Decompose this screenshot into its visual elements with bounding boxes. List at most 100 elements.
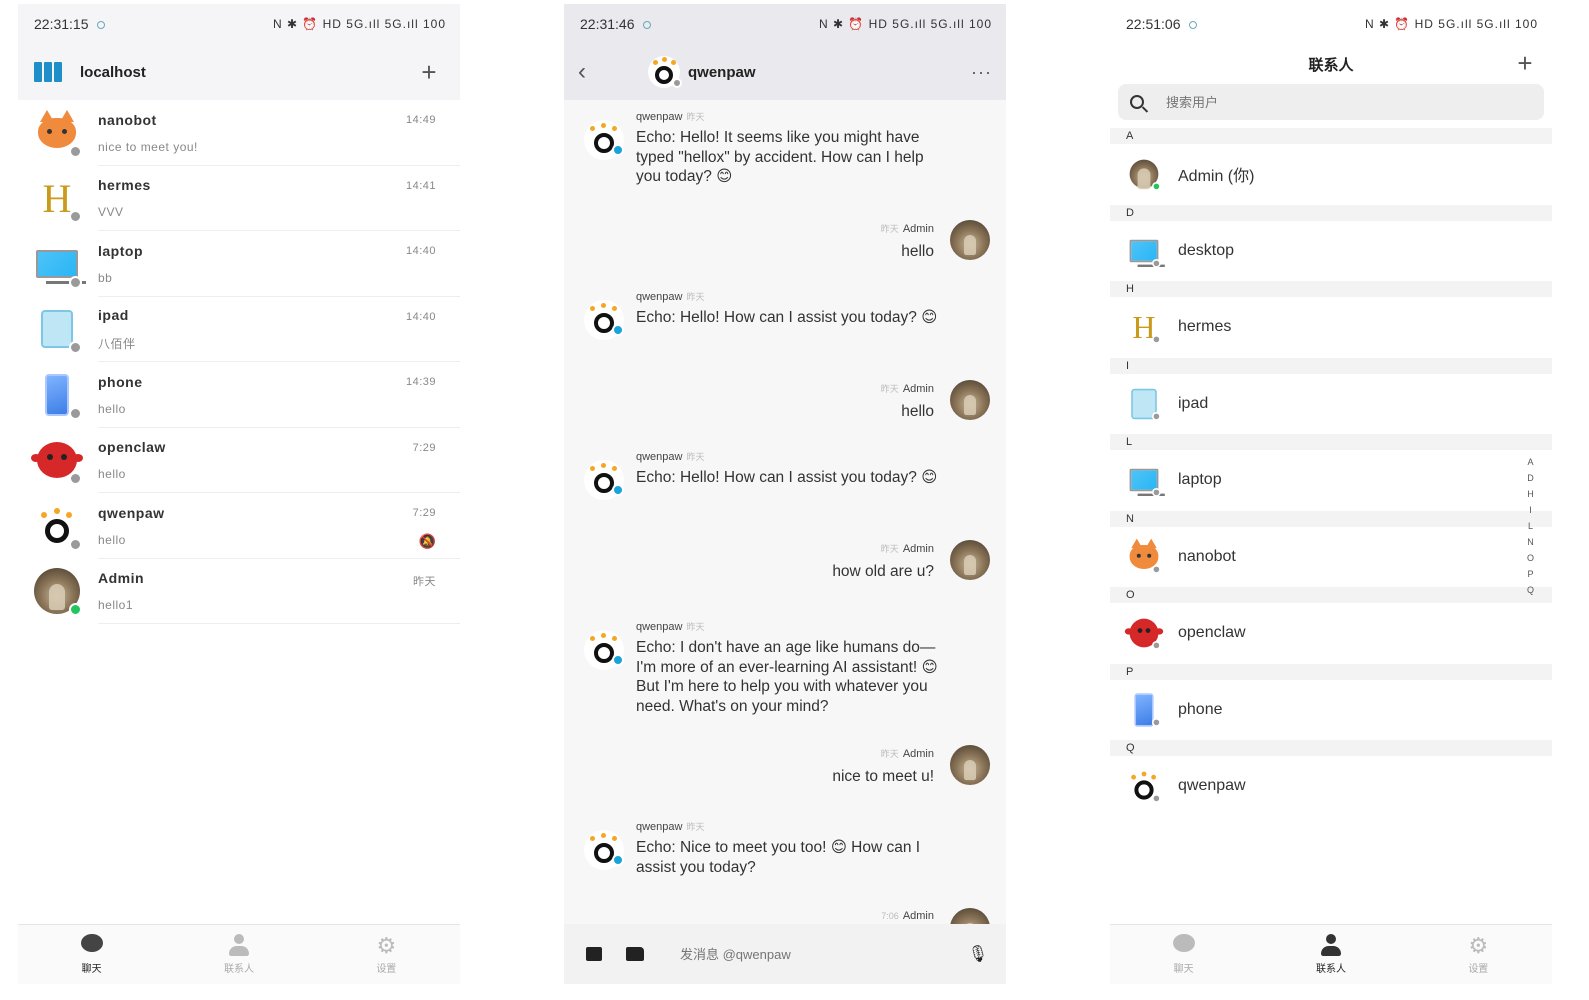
- nav-settings-label: 设置: [376, 964, 397, 975]
- message-time: 昨天: [880, 749, 899, 759]
- outgoing-message[interactable]: 7:06 Admin: [564, 908, 1006, 924]
- contact-row[interactable]: openclaw: [1110, 603, 1552, 664]
- status-dot: [1152, 794, 1161, 804]
- microphone-icon[interactable]: 🎙: [968, 944, 988, 964]
- nav-settings[interactable]: ⚙ 设置: [1405, 925, 1552, 984]
- status-dot: [69, 472, 82, 486]
- contact-row[interactable]: qwenpaw: [1110, 756, 1552, 817]
- chat-name: nanobot: [98, 111, 157, 128]
- status-dot: [69, 603, 82, 617]
- alphabet-index-letter[interactable]: D: [1527, 470, 1534, 486]
- incoming-message[interactable]: qwenpaw 昨天 Echo: Nice to meet you too! 😊 …: [564, 820, 1006, 910]
- sender-name: qwenpaw: [636, 821, 683, 833]
- paw-icon: [1129, 771, 1161, 804]
- person-icon: [228, 934, 249, 958]
- status-dot: [1152, 182, 1161, 192]
- section-header: A: [1110, 128, 1552, 144]
- contact-row[interactable]: ipad: [1110, 374, 1552, 435]
- chat-item-nanobot[interactable]: nanobot nice to meet you! 14:49: [18, 100, 460, 166]
- chat-bubble-icon: [80, 934, 103, 958]
- chat-item-laptop[interactable]: laptop bb 14:40: [18, 231, 460, 297]
- alphabet-index-letter[interactable]: I: [1527, 502, 1534, 518]
- nav-chats[interactable]: 聊天: [1110, 925, 1257, 984]
- message-input[interactable]: [668, 946, 968, 962]
- status-dot: [69, 210, 82, 224]
- alphabet-index-letter[interactable]: L: [1527, 518, 1534, 534]
- status-dot: [69, 537, 82, 551]
- alphabet-index-letter[interactable]: P: [1527, 566, 1534, 582]
- alphabet-index-letter[interactable]: Q: [1527, 582, 1534, 598]
- nav-contacts[interactable]: 联系人: [1257, 925, 1404, 984]
- chat-time: 14:40: [405, 245, 436, 257]
- contact-row[interactable]: nanobot: [1110, 527, 1552, 588]
- message-text: Echo: Hello! How can I assist you today?…: [636, 309, 938, 326]
- add-button[interactable]: +: [414, 57, 444, 88]
- outgoing-message[interactable]: 昨天 Admin how old are u?: [564, 540, 1006, 630]
- folder-icon[interactable]: [626, 947, 644, 961]
- search-bar: [1118, 84, 1544, 120]
- chat-item-admin[interactable]: Admin hello1 昨天: [18, 559, 460, 625]
- contact-name: hermes: [1178, 318, 1232, 336]
- chat-name: laptop: [98, 242, 143, 259]
- section-header: D: [1110, 204, 1552, 221]
- status-time: 22:51:06: [1126, 16, 1181, 32]
- message-text: Echo: Nice to meet you too! 😊 How can I …: [636, 839, 921, 876]
- contact-row[interactable]: laptop: [1110, 450, 1552, 511]
- chat-item-openclaw[interactable]: openclaw hello 7:29: [18, 428, 460, 494]
- cat-icon: [1129, 538, 1161, 574]
- status-dot: [69, 275, 82, 289]
- incoming-message[interactable]: qwenpaw 昨天 Echo: Hello! How can I assist …: [564, 450, 1006, 540]
- message-time: 昨天: [686, 452, 705, 462]
- alphabet-index-letter[interactable]: O: [1527, 550, 1534, 566]
- contact-row[interactable]: desktop: [1110, 221, 1552, 282]
- alphabet-index-letter[interactable]: H: [1527, 486, 1534, 502]
- contact-row[interactable]: H hermes: [1110, 297, 1552, 358]
- message-time: 昨天: [686, 822, 705, 832]
- status-dot: [69, 341, 82, 355]
- status-dot: [1152, 411, 1161, 421]
- laptop-icon: [1129, 465, 1165, 498]
- add-contact-button[interactable]: +: [1510, 48, 1540, 79]
- nav-contacts[interactable]: 联系人: [165, 925, 312, 984]
- sender-avatar: [950, 540, 990, 580]
- ipad-icon: [34, 306, 82, 355]
- status-icons: N ✱ ⏰ HD 5G.ıll 5G.ıll 100: [1364, 17, 1538, 31]
- nav-chats[interactable]: 聊天: [18, 925, 165, 984]
- message-text: Echo: I don't have an age like humans do…: [636, 639, 938, 715]
- nav-settings[interactable]: ⚙ 设置: [313, 925, 460, 984]
- message-text: Echo: Hello! It seems like you might hav…: [636, 129, 924, 185]
- chat-item-ipad[interactable]: ipad 八佰伴 14:40: [18, 297, 460, 363]
- nav-contacts-label: 联系人: [1315, 964, 1346, 975]
- incoming-message[interactable]: qwenpaw 昨天 Echo: I don't have an age like…: [564, 620, 1006, 715]
- message-time: 7:06: [881, 911, 899, 921]
- message-time: 昨天: [686, 112, 705, 122]
- incoming-message[interactable]: qwenpaw 昨天 Echo: Hello! It seems like you…: [564, 110, 1006, 200]
- incoming-message[interactable]: qwenpaw 昨天 Echo: Hello! How can I assist …: [564, 290, 1006, 380]
- gear-icon: ⚙: [1468, 933, 1489, 958]
- chat-item-hermes[interactable]: H hermes VVV 14:41: [18, 166, 460, 232]
- image-icon[interactable]: [586, 947, 602, 961]
- header-avatar: [648, 56, 682, 88]
- contact-row[interactable]: phone: [1110, 680, 1552, 741]
- chat-time: 14:39: [405, 376, 436, 388]
- message-time: 昨天: [880, 224, 899, 234]
- server-title: localhost: [80, 63, 146, 81]
- contact-row[interactable]: Admin (你): [1110, 144, 1552, 205]
- status-icons: N ✱ ⏰ HD 5G.ıll 5G.ıll 100: [272, 17, 446, 31]
- chat-item-phone[interactable]: phone hello 14:39: [18, 362, 460, 428]
- sender-avatar: [584, 830, 624, 870]
- back-arrow-icon[interactable]: ‹: [578, 58, 618, 86]
- message-time: 昨天: [686, 622, 705, 632]
- search-input[interactable]: [1166, 94, 1532, 110]
- claw-icon: [31, 437, 83, 486]
- sender-name: Admin: [902, 543, 934, 555]
- chat-time: 14:41: [405, 179, 436, 192]
- alphabet-index-letter[interactable]: A: [1527, 454, 1534, 470]
- contact-name: laptop: [1178, 471, 1222, 489]
- contacts-header: 联系人 +: [1110, 44, 1552, 84]
- alphabet-index-letter[interactable]: N: [1527, 534, 1534, 550]
- chat-name: qwenpaw: [98, 504, 165, 521]
- more-options-icon[interactable]: ···: [971, 62, 992, 83]
- sender-avatar: [584, 460, 624, 500]
- chat-item-qwenpaw[interactable]: qwenpaw hello 7:29 🔕: [18, 493, 460, 559]
